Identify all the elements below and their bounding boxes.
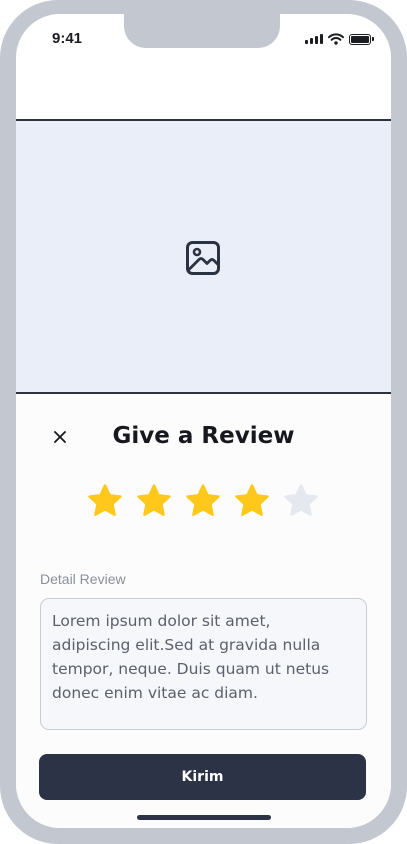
star-filled-icon[interactable] (185, 483, 221, 519)
phone-screen: 9:41 Give a Review Detail Review Lorem i… (16, 14, 391, 828)
star-empty-icon[interactable] (283, 483, 319, 519)
phone-frame: 9:41 Give a Review Detail Review Lorem i… (0, 0, 407, 844)
battery-icon (349, 33, 374, 45)
top-header-area (16, 64, 391, 119)
star-filled-icon[interactable] (87, 483, 123, 519)
status-icons (305, 33, 374, 45)
submit-button[interactable]: Kirim (39, 754, 366, 800)
detail-review-input[interactable]: Lorem ipsum dolor sit amet, adipiscing e… (40, 598, 367, 730)
image-placeholder (16, 119, 391, 394)
notch (124, 14, 280, 48)
sheet-title: Give a Review (112, 423, 295, 449)
star-rating[interactable] (87, 483, 319, 519)
detail-review-label: Detail Review (40, 571, 126, 587)
home-indicator (137, 815, 271, 820)
cellular-signal-icon (305, 34, 323, 44)
status-bar: 9:41 (16, 14, 391, 64)
star-filled-icon[interactable] (234, 483, 270, 519)
wifi-icon (328, 33, 344, 45)
image-icon (186, 241, 220, 275)
status-time: 9:41 (52, 30, 83, 47)
star-filled-icon[interactable] (136, 483, 172, 519)
review-sheet: Give a Review Detail Review Lorem ipsum … (16, 394, 391, 828)
